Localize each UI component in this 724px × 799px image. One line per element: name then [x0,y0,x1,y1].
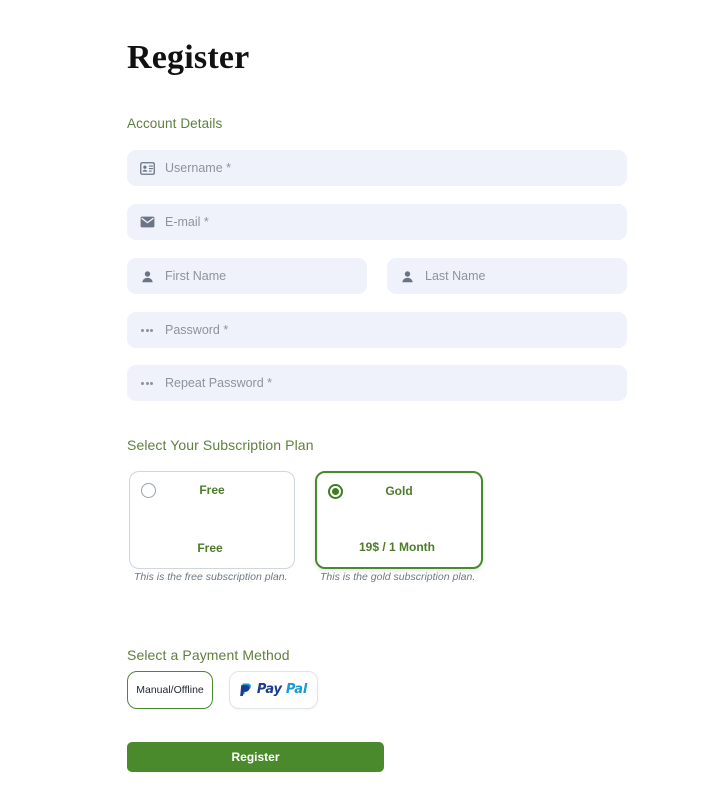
dots-icon [137,320,157,340]
envelope-icon [137,212,157,232]
person-icon [397,266,417,286]
dots-icon [137,373,157,393]
paypal-word-pal: Pal [285,682,308,697]
last-name-field[interactable]: Last Name [387,258,627,294]
paypal-logo: Pay Pal [240,683,307,698]
payment-method-manual-offline[interactable]: Manual/Offline [127,671,213,709]
plan-free-radio[interactable] [141,482,156,498]
first-name-field[interactable]: First Name [127,258,367,294]
payment-method-manual-label: Manual/Offline [136,684,204,696]
username-placeholder: Username * [165,161,231,175]
plan-gold-radio[interactable] [328,483,343,499]
plan-card-free[interactable]: Free Free [129,471,295,569]
plan-card-gold[interactable]: Gold 19$ / 1 Month [315,471,483,569]
person-icon [137,266,157,286]
page-title: Register [127,39,250,76]
section-heading-account-details: Account Details [127,116,223,131]
last-name-placeholder: Last Name [425,269,486,283]
plan-gold-header: Gold [317,473,481,499]
plan-gold-name: Gold [385,484,413,498]
email-field[interactable]: E-mail * [127,204,627,240]
section-heading-payment-method: Select a Payment Method [127,647,290,663]
register-button[interactable]: Register [127,742,384,772]
password-field[interactable]: Password * [127,312,627,348]
paypal-mark-icon [240,683,251,696]
plan-free-name: Free [199,483,225,497]
plan-gold-price: 19$ / 1 Month [358,540,435,554]
repeat-password-field[interactable]: Repeat Password * [127,365,627,401]
plan-free-header: Free [130,472,294,498]
plan-gold-description: This is the gold subscription plan. [320,571,476,583]
plan-free-price: Free [197,541,223,555]
password-placeholder: Password * [165,323,229,337]
email-placeholder: E-mail * [165,215,209,229]
repeat-password-placeholder: Repeat Password * [165,376,273,390]
paypal-word-pay: Pay [256,682,282,697]
plan-free-description: This is the free subscription plan. [134,571,288,583]
register-page: Register Account Details Username * E-ma… [0,0,724,799]
section-heading-subscription-plan: Select Your Subscription Plan [127,437,314,453]
first-name-placeholder: First Name [165,269,227,283]
payment-method-paypal[interactable]: Pay Pal [229,671,318,709]
username-field[interactable]: Username * [127,150,627,186]
contact-card-icon [137,158,157,178]
